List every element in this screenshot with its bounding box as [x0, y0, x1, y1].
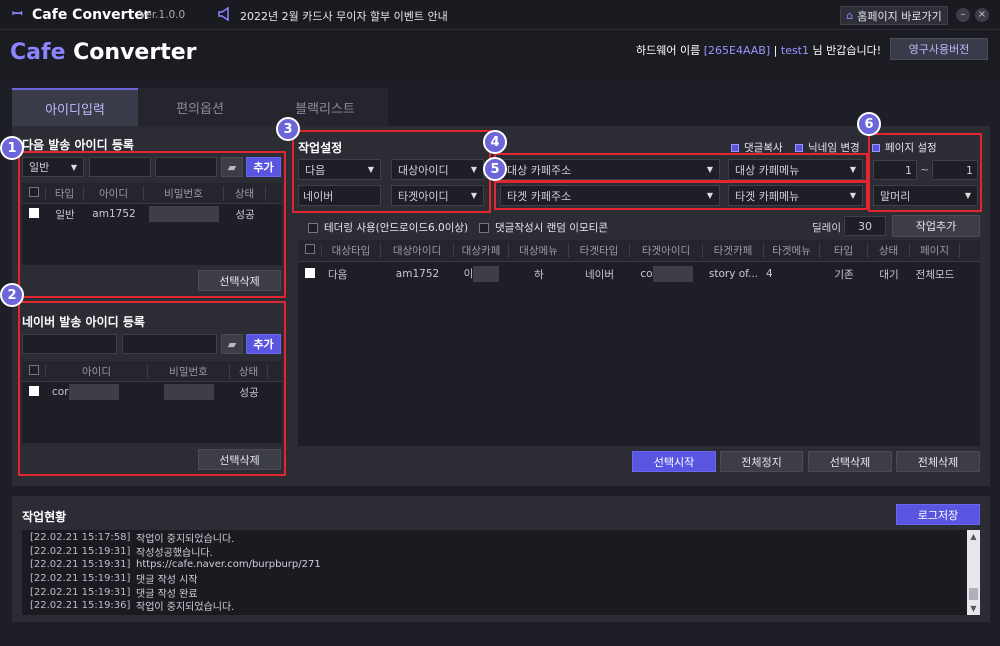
title-bar: ꟷ Cafe Converter Ver.1.0.0 2022년 2월 카드사 …	[0, 0, 1000, 30]
marker-1: 1	[0, 136, 24, 160]
tethering-checkbox[interactable]: 테더링 사용(안드로이드6.0이상)	[308, 220, 468, 235]
license-button[interactable]: 영구사용버전	[890, 38, 988, 60]
header: Cafe Converter 하드웨어 이름 [265E4AAB] | test…	[0, 30, 1000, 80]
highlight-box-5	[494, 180, 868, 210]
log-title: 작업현황	[22, 510, 67, 524]
homepage-button[interactable]: ⌂ 홈페이지 바로가기	[840, 6, 948, 25]
delay-input[interactable]: 30	[844, 216, 886, 236]
minimize-icon[interactable]: –	[956, 8, 970, 22]
notice-text[interactable]: 2022년 2월 카드사 무이자 할부 이벤트 안내	[240, 8, 448, 24]
highlight-box-1	[18, 151, 286, 298]
marker-2: 2	[0, 283, 24, 307]
select-all-checkbox[interactable]	[304, 244, 315, 254]
scroll-up-icon[interactable]: ▲	[967, 530, 980, 543]
log-line: [22.02.21 15:19:31] 댓글 작성 완료	[30, 586, 198, 600]
save-log-button[interactable]: 로그저장	[896, 504, 980, 525]
table-row[interactable]: 다음 am1752 이 하 네이버 co story of... 4 기존 대기…	[298, 262, 980, 286]
marker-6: 6	[857, 112, 881, 136]
user-info: 하드웨어 이름 [265E4AAB] | test1 님 반갑습니다!	[636, 44, 882, 57]
marker-3: 3	[276, 117, 300, 141]
log-line: [22.02.21 15:19:31] 댓글 작성 시작	[30, 573, 198, 587]
checkbox-checked-icon	[731, 143, 739, 152]
checkbox-checked-icon	[795, 143, 803, 152]
masked-cafe	[473, 266, 500, 282]
highlight-box-3	[292, 130, 491, 213]
checkbox-icon	[308, 222, 318, 233]
log-line: [22.02.21 15:19:31] https://cafe.naver.co…	[30, 559, 321, 571]
delete-all-button[interactable]: 전체삭제	[896, 451, 980, 472]
close-icon[interactable]: ×	[975, 8, 989, 22]
log-line: [22.02.21 15:19:31] 작성성공했습니다.	[30, 545, 213, 559]
marker-4: 4	[483, 130, 507, 154]
logo: Cafe Converter	[10, 40, 197, 65]
log-line: [22.02.21 15:17:58] 작업이 중지되었습니다.	[30, 532, 235, 546]
app-logo-icon: ꟷ	[12, 7, 23, 22]
table-header: 대상타입 대상아이디 대상카페 대상메뉴 타겟타입 타겟아이디 타겟카페 타겟메…	[298, 240, 980, 262]
masked-id	[652, 266, 693, 282]
scroll-down-icon[interactable]: ▼	[967, 602, 980, 615]
megaphone-icon	[218, 6, 232, 22]
marker-5: 5	[483, 157, 507, 181]
tab-id-input[interactable]: 아이디입력	[12, 88, 138, 126]
log-line: [22.02.21 15:19:36] 작업이 중지되었습니다.	[30, 600, 235, 614]
checkbox-icon	[479, 222, 489, 233]
random-emoticon-checkbox[interactable]: 댓글작성시 랜덤 이모티콘	[479, 220, 608, 235]
home-icon: ⌂	[846, 9, 854, 22]
highlight-box-2	[18, 301, 286, 476]
job-table: 대상타입 대상아이디 대상카페 대상메뉴 타겟타입 타겟아이디 타겟카페 타겟메…	[298, 240, 980, 446]
version-label: Ver.1.0.0	[139, 9, 186, 21]
tab-convenience[interactable]: 편의옵션	[138, 88, 262, 126]
start-selected-button[interactable]: 선택시작	[632, 451, 716, 472]
delete-selected-button[interactable]: 선택삭제	[808, 451, 892, 472]
scroll-thumb[interactable]	[969, 588, 978, 600]
delay-label: 딜레이	[812, 222, 841, 234]
log-list: [22.02.21 15:17:58] 작업이 중지되었습니다. [22.02.2…	[22, 530, 967, 615]
highlight-box-4	[494, 153, 868, 183]
log-scrollbar[interactable]: ▲ ▼	[967, 530, 980, 615]
highlight-box-6	[868, 133, 982, 212]
stop-all-button[interactable]: 전체정지	[720, 451, 803, 472]
add-job-button[interactable]: 작업추가	[892, 215, 980, 237]
row-checkbox[interactable]	[305, 267, 315, 278]
app-name: Cafe Converter	[32, 7, 151, 23]
